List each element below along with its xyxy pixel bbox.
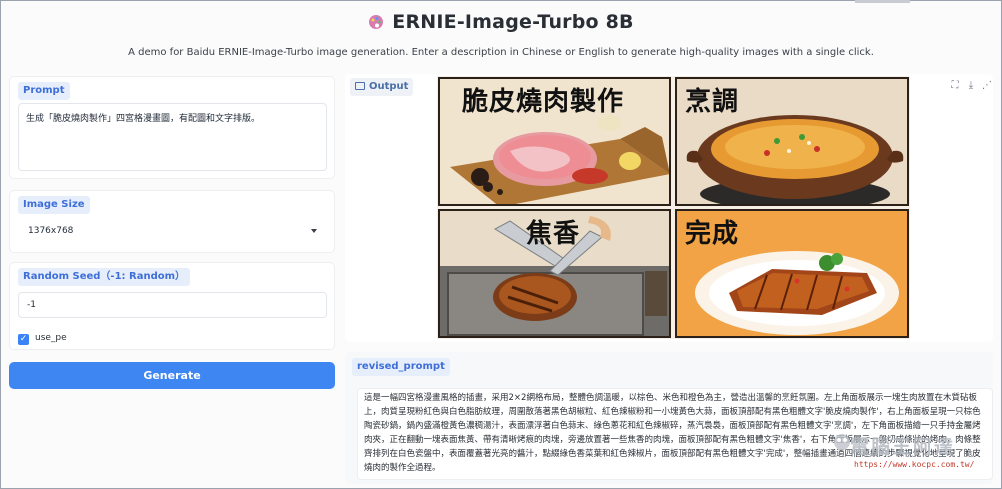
- panel-2-caption: 烹調: [685, 87, 740, 117]
- share-icon[interactable]: ⋰: [981, 80, 993, 92]
- title-text: ERNIE-Image-Turbo 8B: [392, 11, 634, 33]
- comic-panel-2: 烹調: [675, 77, 909, 206]
- use-pe-checkbox[interactable]: ✓: [18, 334, 29, 345]
- seed-label: Random Seed（-1: Random）: [18, 268, 191, 286]
- panel-3-caption: 焦香: [526, 219, 581, 249]
- seed-value: -1: [27, 300, 36, 310]
- panel-4-caption: 完成: [685, 219, 740, 249]
- chevron-down-icon: [311, 229, 317, 233]
- top-divider: [855, 0, 910, 3]
- image-size-label: Image Size: [18, 196, 90, 214]
- page-subtitle: A demo for Baidu ERNIE-Image-Turbo image…: [128, 47, 874, 58]
- image-size-value: 1376x768: [28, 226, 74, 236]
- page-title: ERNIE-Image-Turbo 8B: [0, 11, 1002, 33]
- generate-button[interactable]: Generate: [9, 362, 335, 389]
- image-icon: [355, 82, 365, 90]
- prompt-textarea[interactable]: 生成「脆皮燒肉製作」四宮格漫畫圖，有配圖和文字排版。: [18, 103, 327, 171]
- seed-card: Random Seed（-1: Random） -1 ✓ use_pe: [9, 262, 335, 350]
- download-icon[interactable]: ⤓: [965, 80, 977, 92]
- comic-panel-3: 焦香: [438, 209, 671, 338]
- prompt-value: 生成「脆皮燒肉製作」四宮格漫畫圖，有配圖和文字排版。: [26, 114, 261, 124]
- use-pe-label: use_pe: [35, 333, 67, 343]
- seed-input[interactable]: -1: [18, 292, 327, 318]
- watermark-url: https://www.kocpc.com.tw/: [854, 460, 975, 469]
- fullscreen-icon[interactable]: ⛶: [949, 80, 961, 92]
- palette-icon: [368, 13, 384, 33]
- image-size-card: Image Size 1376x768: [9, 190, 335, 253]
- watermark-logo-icon: [834, 434, 850, 450]
- watermark-text: 電腦王阿達: [850, 436, 956, 458]
- image-size-select[interactable]: 1376x768: [18, 219, 327, 245]
- panel-1-caption: 脆皮燒肉製作: [462, 87, 625, 117]
- output-label: Output: [350, 78, 414, 96]
- watermark: 電腦王阿達 https://www.kocpc.com.tw/: [832, 428, 992, 478]
- output-label-text: Output: [369, 81, 409, 92]
- prompt-label: Prompt: [18, 82, 70, 100]
- output-image: 脆皮燒肉製作 烹調 焦香 完成: [437, 76, 910, 339]
- prompt-card: Prompt 生成「脆皮燒肉製作」四宮格漫畫圖，有配圖和文字排版。: [9, 76, 335, 179]
- comic-panel-1: 脆皮燒肉製作: [438, 77, 671, 206]
- revised-prompt-label: revised_prompt: [352, 358, 450, 376]
- comic-panel-4: 完成: [675, 209, 909, 338]
